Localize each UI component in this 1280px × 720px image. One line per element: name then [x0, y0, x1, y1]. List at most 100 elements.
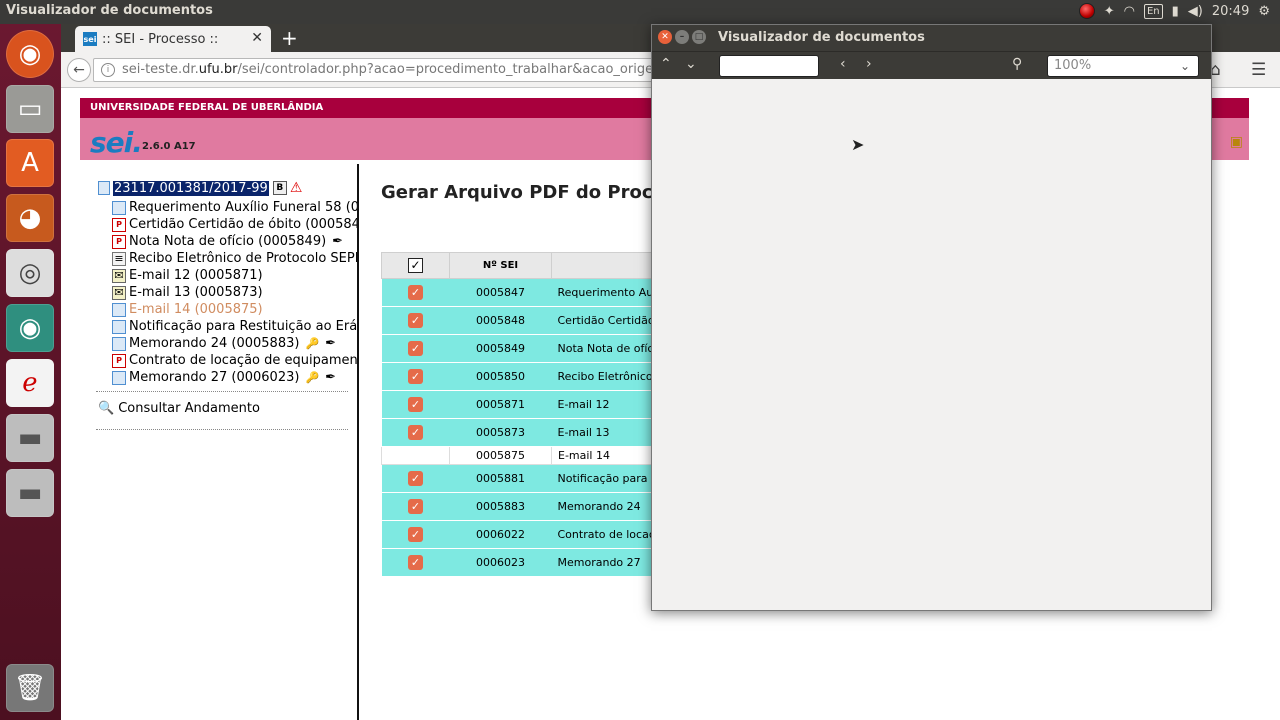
b-badge-icon[interactable]: B — [272, 181, 287, 195]
process-folder-icon — [98, 181, 110, 195]
dropbox-icon[interactable]: ✦ — [1104, 4, 1115, 19]
pdf-icon: P — [112, 217, 126, 232]
url-domain: ufu.br — [198, 62, 238, 77]
tree-item[interactable]: Memorando 27 (0006023) 🔑 ✒ — [112, 369, 357, 386]
browser-tab[interactable]: sei :: SEI - Processo :: ✕ — [75, 26, 271, 52]
document-viewer-icon[interactable]: ℯ — [6, 359, 54, 407]
tree-item[interactable]: Memorando 24 (0005883) 🔑 ✒ — [112, 335, 357, 352]
signature-key-icon[interactable]: 🔑 — [305, 371, 319, 384]
back-arrow-icon[interactable]: ← — [67, 58, 91, 82]
checkbox-cell: ✓ — [381, 390, 450, 419]
pen-icon[interactable]: ✒ — [325, 336, 336, 351]
record-indicator-icon[interactable] — [1078, 3, 1095, 19]
row-checkbox[interactable]: ✓ — [408, 555, 423, 570]
select-all-checkbox[interactable]: ✓ — [408, 258, 423, 273]
ubuntu-logo-icon[interactable]: ◉ — [6, 30, 54, 78]
sei-number-cell: 0006023 — [449, 548, 552, 577]
process-node[interactable]: 23117.001381/2017-99 B ⚠ — [98, 180, 302, 196]
window-maximize-icon[interactable]: □ — [692, 30, 706, 44]
signature-key-icon[interactable]: 🔑 — [305, 337, 319, 350]
document-icon — [112, 319, 126, 334]
checkbox-cell — [381, 446, 450, 465]
page-down-icon[interactable]: ⌄ — [685, 56, 697, 72]
row-checkbox[interactable]: ✓ — [408, 397, 423, 412]
tree-item-label: Certidão Certidão de óbito (0005848) — [129, 217, 357, 232]
tree-item-label: E-mail 14 (0005875) — [129, 302, 263, 317]
history-forward-icon[interactable]: › — [866, 56, 872, 72]
magnifier-icon: 🔍 — [98, 401, 115, 416]
tree-item-label: E-mail 13 (0005873) — [129, 285, 263, 300]
checkbox-cell: ✓ — [381, 520, 450, 549]
pen-icon[interactable]: ✒ — [325, 370, 336, 385]
tree-item[interactable]: Notificação para Restituição ao Erário — [112, 318, 357, 335]
tree-item-label: Notificação para Restituição ao Erário — [129, 319, 357, 334]
checkbox-cell: ✓ — [381, 334, 450, 363]
webcam-icon[interactable]: ◉ — [6, 304, 54, 352]
page-up-icon[interactable]: ⌃ — [660, 56, 672, 72]
new-tab-icon[interactable]: + — [281, 26, 298, 50]
settings-gear-icon[interactable]: ⚙ — [1258, 4, 1270, 19]
hamburger-menu-icon[interactable]: ☰ — [1251, 60, 1266, 80]
clock[interactable]: 20:49 — [1212, 4, 1249, 19]
tree-item[interactable]: Requerimento Auxílio Funeral 58 (000 — [112, 199, 357, 216]
row-checkbox[interactable]: ✓ — [408, 285, 423, 300]
drive-icon[interactable]: ▬ — [6, 469, 54, 517]
tree-item[interactable]: E-mail 14 (0005875) — [112, 301, 357, 318]
pen-icon[interactable]: ✒ — [332, 234, 343, 249]
volume-icon[interactable]: ◀) — [1188, 4, 1203, 19]
trash-icon[interactable]: 🗑 — [6, 664, 54, 712]
sei-number-cell: 0005875 — [449, 446, 552, 465]
history-back-icon[interactable]: ‹ — [840, 56, 846, 72]
window-minimize-icon[interactable]: – — [675, 30, 689, 44]
sei-version: 2.6.0 A17 — [142, 141, 196, 152]
row-checkbox[interactable]: ✓ — [408, 341, 423, 356]
find-icon[interactable]: ⚲ — [1012, 56, 1022, 72]
site-info-icon[interactable]: i — [101, 63, 115, 77]
tree-item[interactable]: P Certidão Certidão de óbito (0005848) — [112, 216, 357, 233]
tree-item[interactable]: P Contrato de locação de equipamento — [112, 352, 357, 369]
indicator-area: ✦ ◠ En ▮ ◀) 20:49 ⚙ — [1078, 3, 1270, 19]
sei-logo[interactable]: sei. — [90, 126, 143, 159]
document-icon — [112, 302, 126, 317]
tree-item-label: E-mail 12 (0005871) — [129, 268, 263, 283]
divider — [96, 391, 348, 392]
firefox-icon[interactable]: ◕ — [6, 194, 54, 242]
tab-close-icon[interactable]: ✕ — [251, 30, 263, 46]
process-number[interactable]: 23117.001381/2017-99 — [113, 180, 269, 196]
window-close-icon[interactable]: ✕ — [658, 30, 672, 44]
process-tree: 23117.001381/2017-99 B ⚠ Requerimento Au… — [80, 164, 359, 720]
sei-number-cell: 0005873 — [449, 418, 552, 447]
row-checkbox[interactable]: ✓ — [408, 471, 423, 486]
sei-number-cell: 0005847 — [449, 278, 552, 307]
disc-icon[interactable]: ◎ — [6, 249, 54, 297]
tree-item[interactable]: P Nota Nota de ofício (0005849) ✒ — [112, 233, 357, 250]
files-icon[interactable]: ▭ — [6, 85, 54, 133]
header-tools-icon[interactable]: ▣ — [1230, 134, 1243, 150]
wifi-icon[interactable]: ◠ — [1124, 4, 1135, 19]
tree-item[interactable]: ✉ E-mail 12 (0005871) — [112, 267, 357, 284]
tree-item[interactable]: ✉ E-mail 13 (0005873) — [112, 284, 357, 301]
row-checkbox[interactable]: ✓ — [408, 527, 423, 542]
tree-item-label: Memorando 27 (0006023) — [129, 370, 300, 385]
viewer-toolbar: ⌃ ⌄ ‹ › ⚲ 100% ⌄ — [652, 51, 1211, 79]
checkbox-cell: ✓ — [381, 306, 450, 335]
consultar-label: Consultar Andamento — [118, 401, 260, 416]
tree-item[interactable]: ≡ Recibo Eletrônico de Protocolo SEPR — [112, 250, 357, 267]
drive-icon[interactable]: ▬ — [6, 414, 54, 462]
warning-icon[interactable]: ⚠ — [290, 180, 303, 196]
checkbox-cell: ✓ — [381, 278, 450, 307]
keyboard-layout-indicator[interactable]: En — [1143, 3, 1163, 19]
row-checkbox[interactable]: ✓ — [408, 425, 423, 440]
software-center-icon[interactable]: A — [6, 139, 54, 187]
row-checkbox[interactable]: ✓ — [408, 313, 423, 328]
consultar-andamento-link[interactable]: 🔍 Consultar Andamento — [98, 401, 260, 416]
row-checkbox[interactable]: ✓ — [408, 369, 423, 384]
page-number-input[interactable] — [719, 55, 819, 77]
viewer-titlebar[interactable]: ✕ – □ Visualizador de documentos — [652, 25, 1211, 51]
row-checkbox[interactable]: ✓ — [408, 499, 423, 514]
document-icon — [112, 200, 126, 215]
zoom-select[interactable]: 100% ⌄ — [1047, 55, 1199, 77]
zoom-value: 100% — [1054, 58, 1092, 73]
battery-icon[interactable]: ▮ — [1172, 4, 1179, 19]
pdf-icon: P — [112, 234, 126, 249]
